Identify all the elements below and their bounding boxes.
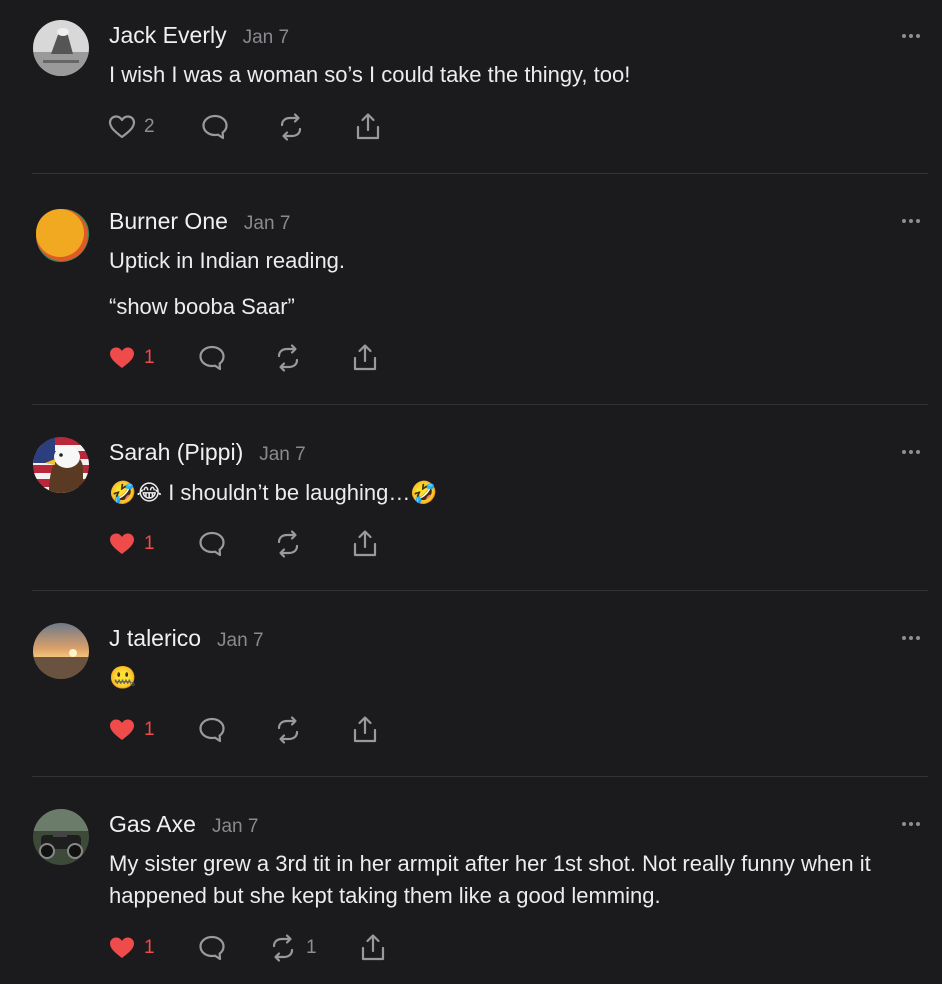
share-button[interactable] <box>351 529 379 559</box>
comment-date[interactable]: Jan 7 <box>243 27 289 49</box>
heart-icon <box>110 719 134 740</box>
like-button[interactable]: 1 <box>108 529 155 559</box>
restack-count: 1 <box>306 937 317 958</box>
comment-date[interactable]: Jan 7 <box>259 444 305 466</box>
comment-paragraph: Uptick in Indian reading. <box>109 248 346 273</box>
comment-header: Jack Everly Jan 7 <box>109 22 289 49</box>
author-name[interactable]: Sarah (Pippi) <box>109 439 243 466</box>
restack-button[interactable]: 1 <box>268 933 317 963</box>
author-name[interactable]: Gas Axe <box>109 811 196 838</box>
comment-paragraph: My sister grew a 3rd tit in her armpit a… <box>109 851 871 908</box>
more-dots-icon[interactable] <box>902 447 926 457</box>
share-icon <box>361 934 385 961</box>
avatar[interactable] <box>33 20 89 76</box>
comment-text: My sister grew a 3rd tit in her armpit a… <box>109 848 899 912</box>
more-dots-icon[interactable] <box>902 633 926 643</box>
reply-button[interactable] <box>197 933 227 963</box>
reply-button[interactable] <box>197 343 227 373</box>
avatar[interactable] <box>33 437 89 493</box>
share-icon <box>353 716 377 743</box>
reply-button[interactable] <box>200 112 230 142</box>
like-count: 1 <box>144 937 155 958</box>
restack-icon <box>280 113 302 141</box>
divider <box>32 590 928 591</box>
restack-button[interactable] <box>276 112 306 142</box>
restack-button[interactable] <box>273 715 303 745</box>
comment-bubble-icon <box>199 935 225 961</box>
restack-button[interactable] <box>273 529 303 559</box>
comment-bubble-icon <box>199 531 225 557</box>
author-name[interactable]: Burner One <box>109 208 228 235</box>
share-icon <box>356 113 380 140</box>
comment-actions: 1 <box>0 529 942 565</box>
comment-bubble-icon <box>199 717 225 743</box>
comment-paragraph: 🤣😂 I shouldn’t be laughing…🤣 <box>109 480 438 505</box>
share-icon <box>353 344 377 371</box>
comment-actions: 1 <box>0 715 942 751</box>
comment-actions: 2 <box>0 112 942 148</box>
comment-text: I wish I was a woman so’s I could take t… <box>109 59 909 91</box>
like-button[interactable]: 1 <box>108 933 155 963</box>
comment-date[interactable]: Jan 7 <box>244 213 290 235</box>
like-count: 2 <box>144 116 155 137</box>
divider <box>32 173 928 174</box>
more-dots-icon[interactable] <box>902 819 926 829</box>
heart-icon <box>110 347 134 368</box>
comment-date[interactable]: Jan 7 <box>212 816 258 838</box>
comment-header: Sarah (Pippi) Jan 7 <box>109 439 306 466</box>
more-dots-icon[interactable] <box>902 31 926 41</box>
avatar[interactable] <box>33 206 89 262</box>
comment-text: 🤣😂 I shouldn’t be laughing…🤣 <box>109 477 909 509</box>
comment-header: Gas Axe Jan 7 <box>109 811 258 838</box>
divider <box>32 404 928 405</box>
comment-text: 🤐 <box>109 662 909 694</box>
like-count: 1 <box>144 719 155 740</box>
restack-icon <box>277 716 299 744</box>
share-button[interactable] <box>354 112 382 142</box>
heart-icon <box>110 533 134 554</box>
share-button[interactable] <box>359 933 387 963</box>
like-button[interactable]: 2 <box>108 112 155 142</box>
heart-icon <box>108 115 136 139</box>
share-button[interactable] <box>351 715 379 745</box>
restack-icon <box>277 344 299 372</box>
comment-header: J talerico Jan 7 <box>109 625 264 652</box>
divider <box>32 776 928 777</box>
reply-button[interactable] <box>197 715 227 745</box>
author-name[interactable]: J talerico <box>109 625 201 652</box>
comment-date[interactable]: Jan 7 <box>217 630 263 652</box>
heart-icon <box>110 937 134 958</box>
comment-header: Burner One Jan 7 <box>109 208 290 235</box>
like-button[interactable]: 1 <box>108 343 155 373</box>
restack-icon <box>272 934 294 962</box>
like-count: 1 <box>144 533 155 554</box>
avatar[interactable] <box>33 809 89 865</box>
share-icon <box>353 530 377 557</box>
comment-paragraph: 🤐 <box>109 665 137 690</box>
comment-paragraph: “show booba Saar” <box>109 294 295 319</box>
comment-bubble-icon <box>202 114 228 140</box>
author-name[interactable]: Jack Everly <box>109 22 227 49</box>
comment-text: Uptick in Indian reading. “show booba Sa… <box>109 245 909 323</box>
restack-button[interactable] <box>273 343 303 373</box>
more-dots-icon[interactable] <box>902 216 926 226</box>
avatar[interactable] <box>33 623 89 679</box>
comment-bubble-icon <box>199 345 225 371</box>
like-button[interactable]: 1 <box>108 715 155 745</box>
restack-icon <box>277 530 299 558</box>
comment-actions: 1 <box>0 343 942 379</box>
reply-button[interactable] <box>197 529 227 559</box>
comment-actions: 1 1 <box>0 933 942 969</box>
like-count: 1 <box>144 347 155 368</box>
comment-paragraph: I wish I was a woman so’s I could take t… <box>109 62 631 87</box>
share-button[interactable] <box>351 343 379 373</box>
